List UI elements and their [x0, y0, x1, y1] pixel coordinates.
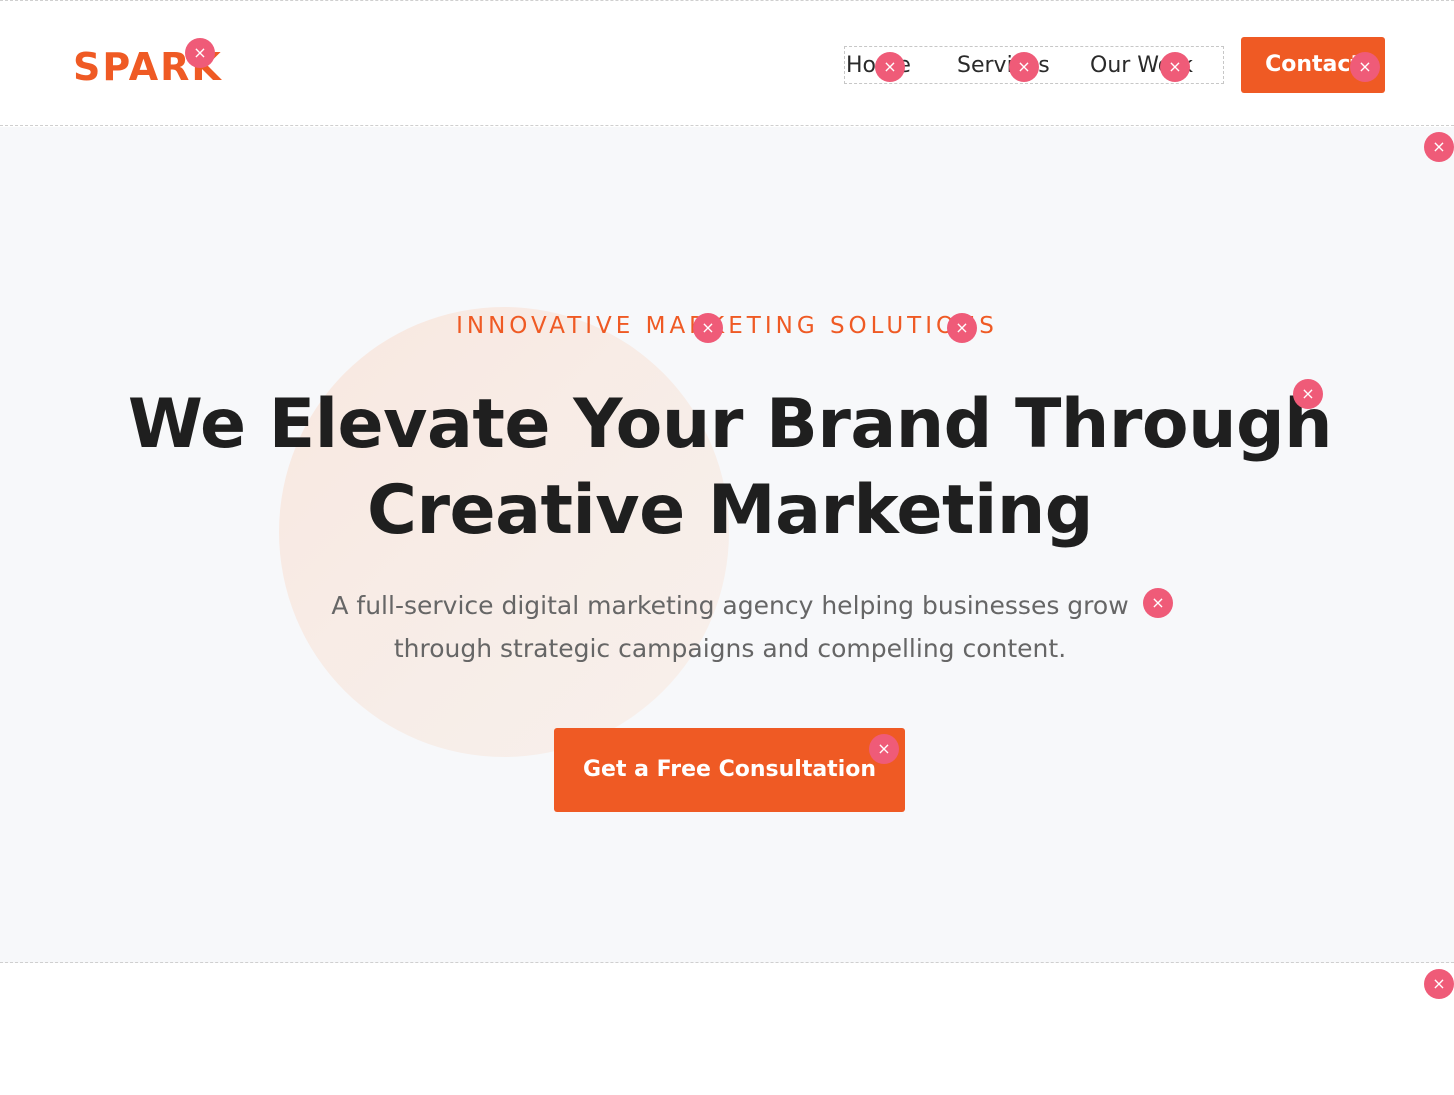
remove-subtext-icon[interactable]: ×	[1143, 588, 1173, 618]
remove-nav-our-work-icon[interactable]: ×	[1160, 52, 1190, 82]
remove-hero-section-icon[interactable]: ×	[1424, 132, 1454, 162]
remove-eyebrow-icon[interactable]: ×	[947, 313, 977, 343]
remove-nav-services-icon[interactable]: ×	[1009, 52, 1039, 82]
remove-eyebrow-word-icon[interactable]: ×	[693, 313, 723, 343]
remove-logo-icon[interactable]: ×	[185, 38, 215, 68]
remove-next-section-icon[interactable]: ×	[1424, 969, 1454, 999]
remove-cta-icon[interactable]: ×	[869, 734, 899, 764]
hero-headline: We Elevate Your Brand Through Creative M…	[127, 385, 1333, 550]
hero-section: INNOVATIVE MARKETING SOLUTIONS We Elevat…	[0, 127, 1454, 963]
hero-subtext: A full-service digital marketing agency …	[331, 591, 1129, 663]
remove-contact-button-icon[interactable]: ×	[1350, 52, 1380, 82]
remove-headline-icon[interactable]: ×	[1293, 379, 1323, 409]
page: SPARK Home Services Our Work Contact INN…	[0, 0, 1454, 1095]
remove-nav-home-icon[interactable]: ×	[875, 52, 905, 82]
site-header: SPARK Home Services Our Work Contact	[0, 0, 1454, 126]
hero-eyebrow: INNOVATIVE MARKETING SOLUTIONS	[456, 313, 998, 339]
free-consultation-button[interactable]: Get a Free Consultation	[554, 728, 905, 812]
